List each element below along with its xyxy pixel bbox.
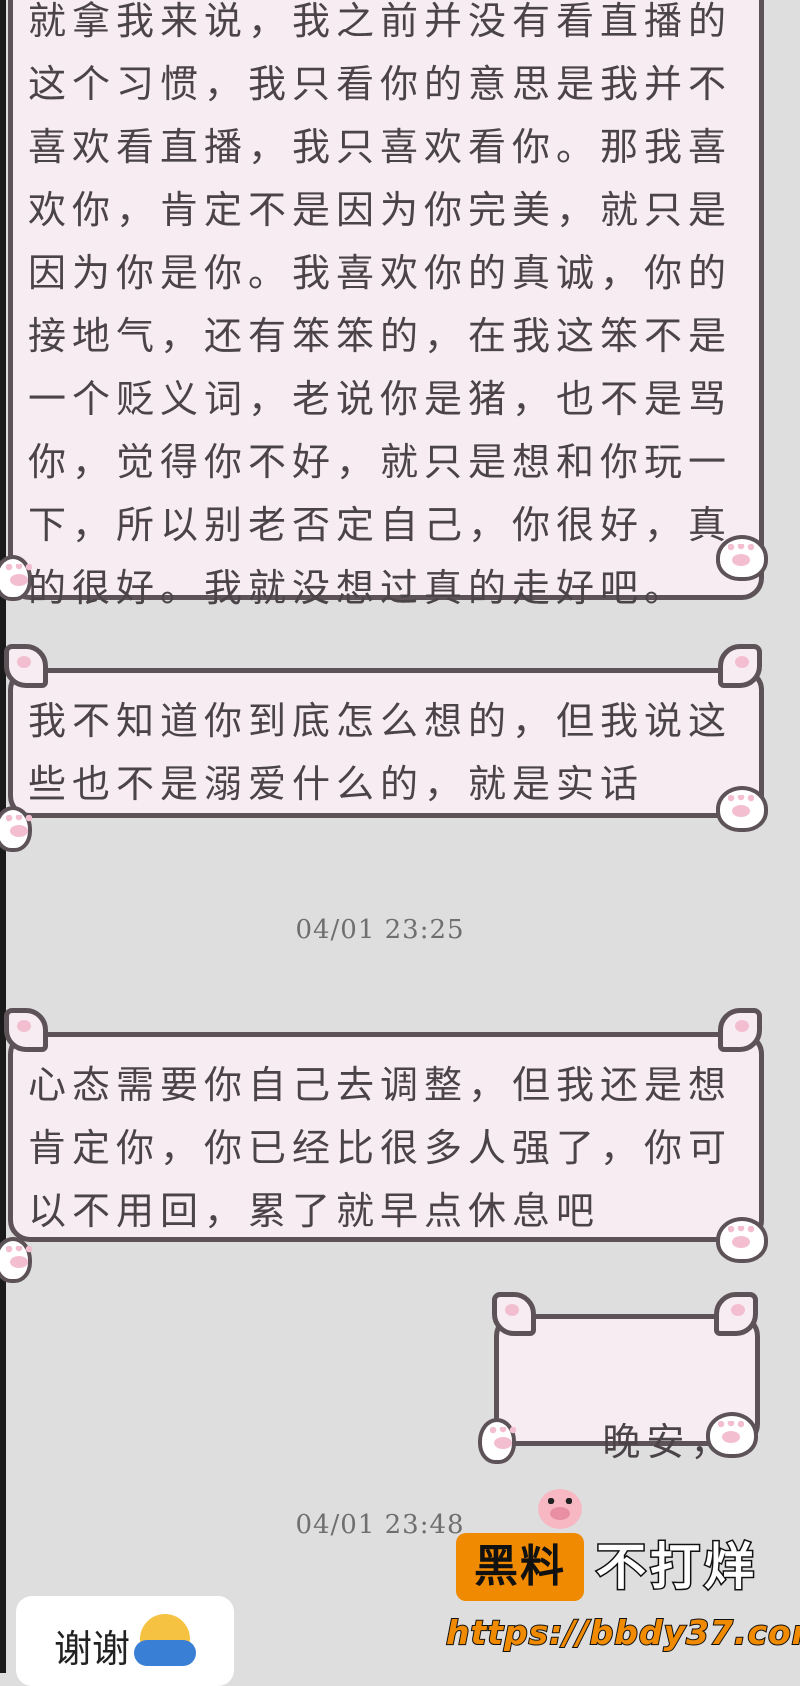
cat-ear-icon (492, 1292, 536, 1336)
message-bubble-incoming-2[interactable]: 我不知道你到底怎么想的，但我说这 些也不是溺爱什么的，就是实话 (0, 644, 768, 852)
message-text: 就拿我来说，我之前并没有看直播的 这个习惯，我只看你的意思是我并不 喜欢看直播，… (28, 0, 733, 610)
message-bubble-incoming-1[interactable]: 就拿我来说，我之前并没有看直播的 这个习惯，我只看你的意思是我并不 喜欢看直播，… (0, 0, 768, 610)
message-text: 我不知道你到底怎么想的，但我说这 些也不是溺爱什么的，就是实话 (28, 699, 733, 806)
message-text: 心态需要你自己去调整，但我还是想 肯定你，你已经比很多人强了，你可 以不用回，累… (28, 1063, 733, 1233)
paw-icon (0, 1237, 32, 1283)
watermark-badge: 黑料 (456, 1533, 584, 1601)
hugging-face-emoji-icon (134, 1614, 196, 1666)
paw-icon (478, 1418, 516, 1464)
timestamp: 04/01 23:25 (295, 915, 465, 945)
cat-ear-icon (718, 1008, 762, 1052)
cat-ear-icon (718, 644, 762, 688)
message-text: 谢谢 (54, 1627, 131, 1671)
watermark: 黑料 不打烊 https://bbdy37.com (445, 1533, 800, 1663)
cat-ear-icon (4, 644, 48, 688)
cat-ear-icon (4, 1008, 48, 1052)
message-bubble-incoming-3[interactable]: 心态需要你自己去调整，但我还是想 肯定你，你已经比很多人强了，你可 以不用回，累… (0, 1008, 768, 1283)
watermark-url: https://bbdy37.com (445, 1612, 800, 1653)
cat-ear-icon (714, 1292, 758, 1336)
message-text-content: 晚安， (602, 1420, 735, 1464)
watermark-slogan: 不打烊 (595, 1537, 758, 1598)
message-bubble-outgoing[interactable]: 晚安， (478, 1292, 760, 1529)
